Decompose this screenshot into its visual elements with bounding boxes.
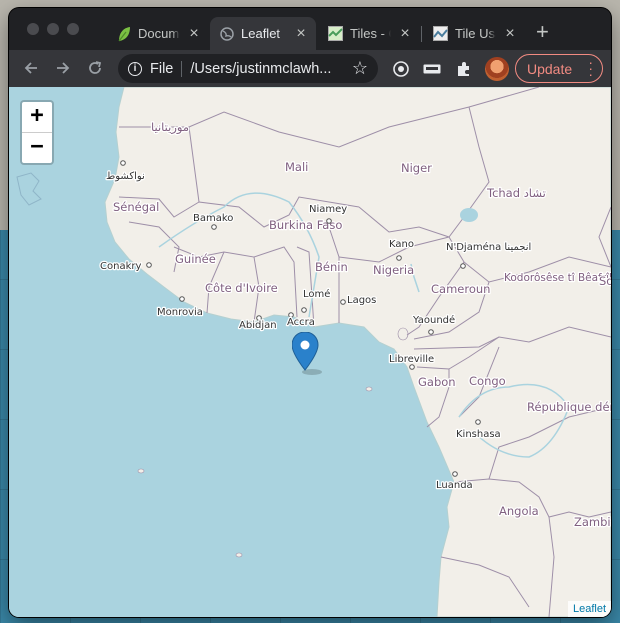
city-label: Niamey [309, 204, 347, 215]
city-label: Kano [389, 239, 414, 250]
city-label: Monrovia [157, 307, 203, 318]
tab-tiles[interactable]: Tiles - OSM × [318, 17, 420, 50]
city-label: Yaoundé [412, 314, 455, 326]
tab-tile-usage[interactable]: Tile Usage × [423, 17, 525, 50]
extension-html-icon[interactable] [422, 59, 442, 79]
zoom-out-button[interactable]: − [22, 133, 52, 163]
country-label: Nigeria [373, 263, 414, 277]
city-label: Libreville [389, 354, 434, 365]
extensions-puzzle-icon[interactable] [454, 59, 474, 79]
zoom-control: + − [20, 100, 54, 165]
forward-icon[interactable] [52, 57, 74, 79]
tab-leaflet[interactable]: Leaflet × [210, 17, 316, 50]
city-label: Accra [287, 317, 315, 328]
attribution-link[interactable]: Leaflet [567, 601, 611, 617]
country-label: Côte d'Ivoire [205, 281, 278, 295]
tab-strip: Documentation × Leaflet × Tiles - OSM × … [9, 8, 611, 50]
country-label: So [599, 274, 611, 288]
leaf-icon [118, 26, 130, 41]
minimize-window-button[interactable] [47, 23, 59, 35]
update-button[interactable]: Update · · · [515, 54, 603, 83]
city-label: Lagos [347, 295, 376, 306]
city-label: Conakry [100, 261, 141, 272]
new-tab-button[interactable]: + [536, 20, 549, 44]
city-label: نواكشوط [106, 171, 145, 182]
tab-label: Tile Usage [455, 26, 496, 41]
country-label: République démocratique du Congo [527, 400, 611, 414]
toolbar: i File /Users/justinmclawh... ☆ Update ·… [9, 50, 611, 87]
country-label: Kodorôsêse tî Bêafrîka - République Cent… [504, 272, 611, 284]
country-label: Gabon [418, 375, 456, 389]
map-image-icon [433, 26, 448, 41]
country-label: Mali [285, 160, 308, 174]
country-label: Sénégal [113, 200, 159, 214]
city-label: Lomé [303, 288, 330, 300]
map-marker-icon[interactable] [291, 331, 322, 381]
profile-avatar[interactable] [485, 57, 509, 81]
city-label: Kinshasa [456, 429, 501, 440]
city-label: Luanda [436, 480, 473, 491]
country-label: Zambia [574, 515, 611, 529]
zoom-window-button[interactable] [67, 23, 79, 35]
city-label: N'Djaména انجمينا [446, 241, 531, 253]
menu-dots-icon[interactable]: · · · [588, 55, 593, 81]
close-tab-icon[interactable]: × [187, 25, 201, 43]
tab-label: Leaflet [241, 26, 281, 41]
extension-target-icon[interactable] [391, 59, 411, 79]
address-bar[interactable]: i File /Users/justinmclawh... ☆ [118, 54, 378, 83]
close-tab-icon[interactable]: × [294, 25, 308, 43]
tab-documentation[interactable]: Documentation × [107, 17, 209, 50]
reload-icon[interactable] [84, 57, 106, 79]
close-tab-icon[interactable]: × [398, 25, 412, 43]
close-tab-icon[interactable]: × [503, 25, 517, 43]
map-image-icon [328, 26, 343, 41]
leaflet-map[interactable]: موريتانيا Mali Niger Sénégal Tchad تشاد … [9, 87, 611, 617]
country-label: موريتانيا [151, 120, 189, 135]
country-label: Guinée [175, 252, 216, 266]
tab-label: Tiles - OSM [350, 26, 391, 41]
back-icon[interactable] [20, 57, 42, 79]
url-text: /Users/justinmclawh... [190, 60, 332, 77]
city-label: Abidjan [239, 320, 277, 331]
bookmark-star-icon[interactable]: ☆ [352, 58, 368, 79]
globe-icon [220, 26, 234, 41]
browser-window: Documentation × Leaflet × Tiles - OSM × … [9, 8, 611, 617]
close-window-button[interactable] [27, 23, 39, 35]
city-label: Bamako [193, 213, 233, 224]
update-label: Update [527, 60, 573, 77]
country-label: Congo [469, 374, 506, 388]
scheme-label: File [150, 60, 174, 77]
country-label: Cameroun [431, 282, 490, 296]
country-label: Tchad تشاد [486, 186, 546, 200]
zoom-in-button[interactable]: + [22, 102, 52, 133]
tab-label: Documentation [138, 26, 180, 41]
country-label: Bénin [315, 260, 348, 274]
country-label: Niger [401, 161, 432, 175]
country-label: Angola [499, 504, 539, 518]
info-icon[interactable]: i [128, 61, 142, 76]
